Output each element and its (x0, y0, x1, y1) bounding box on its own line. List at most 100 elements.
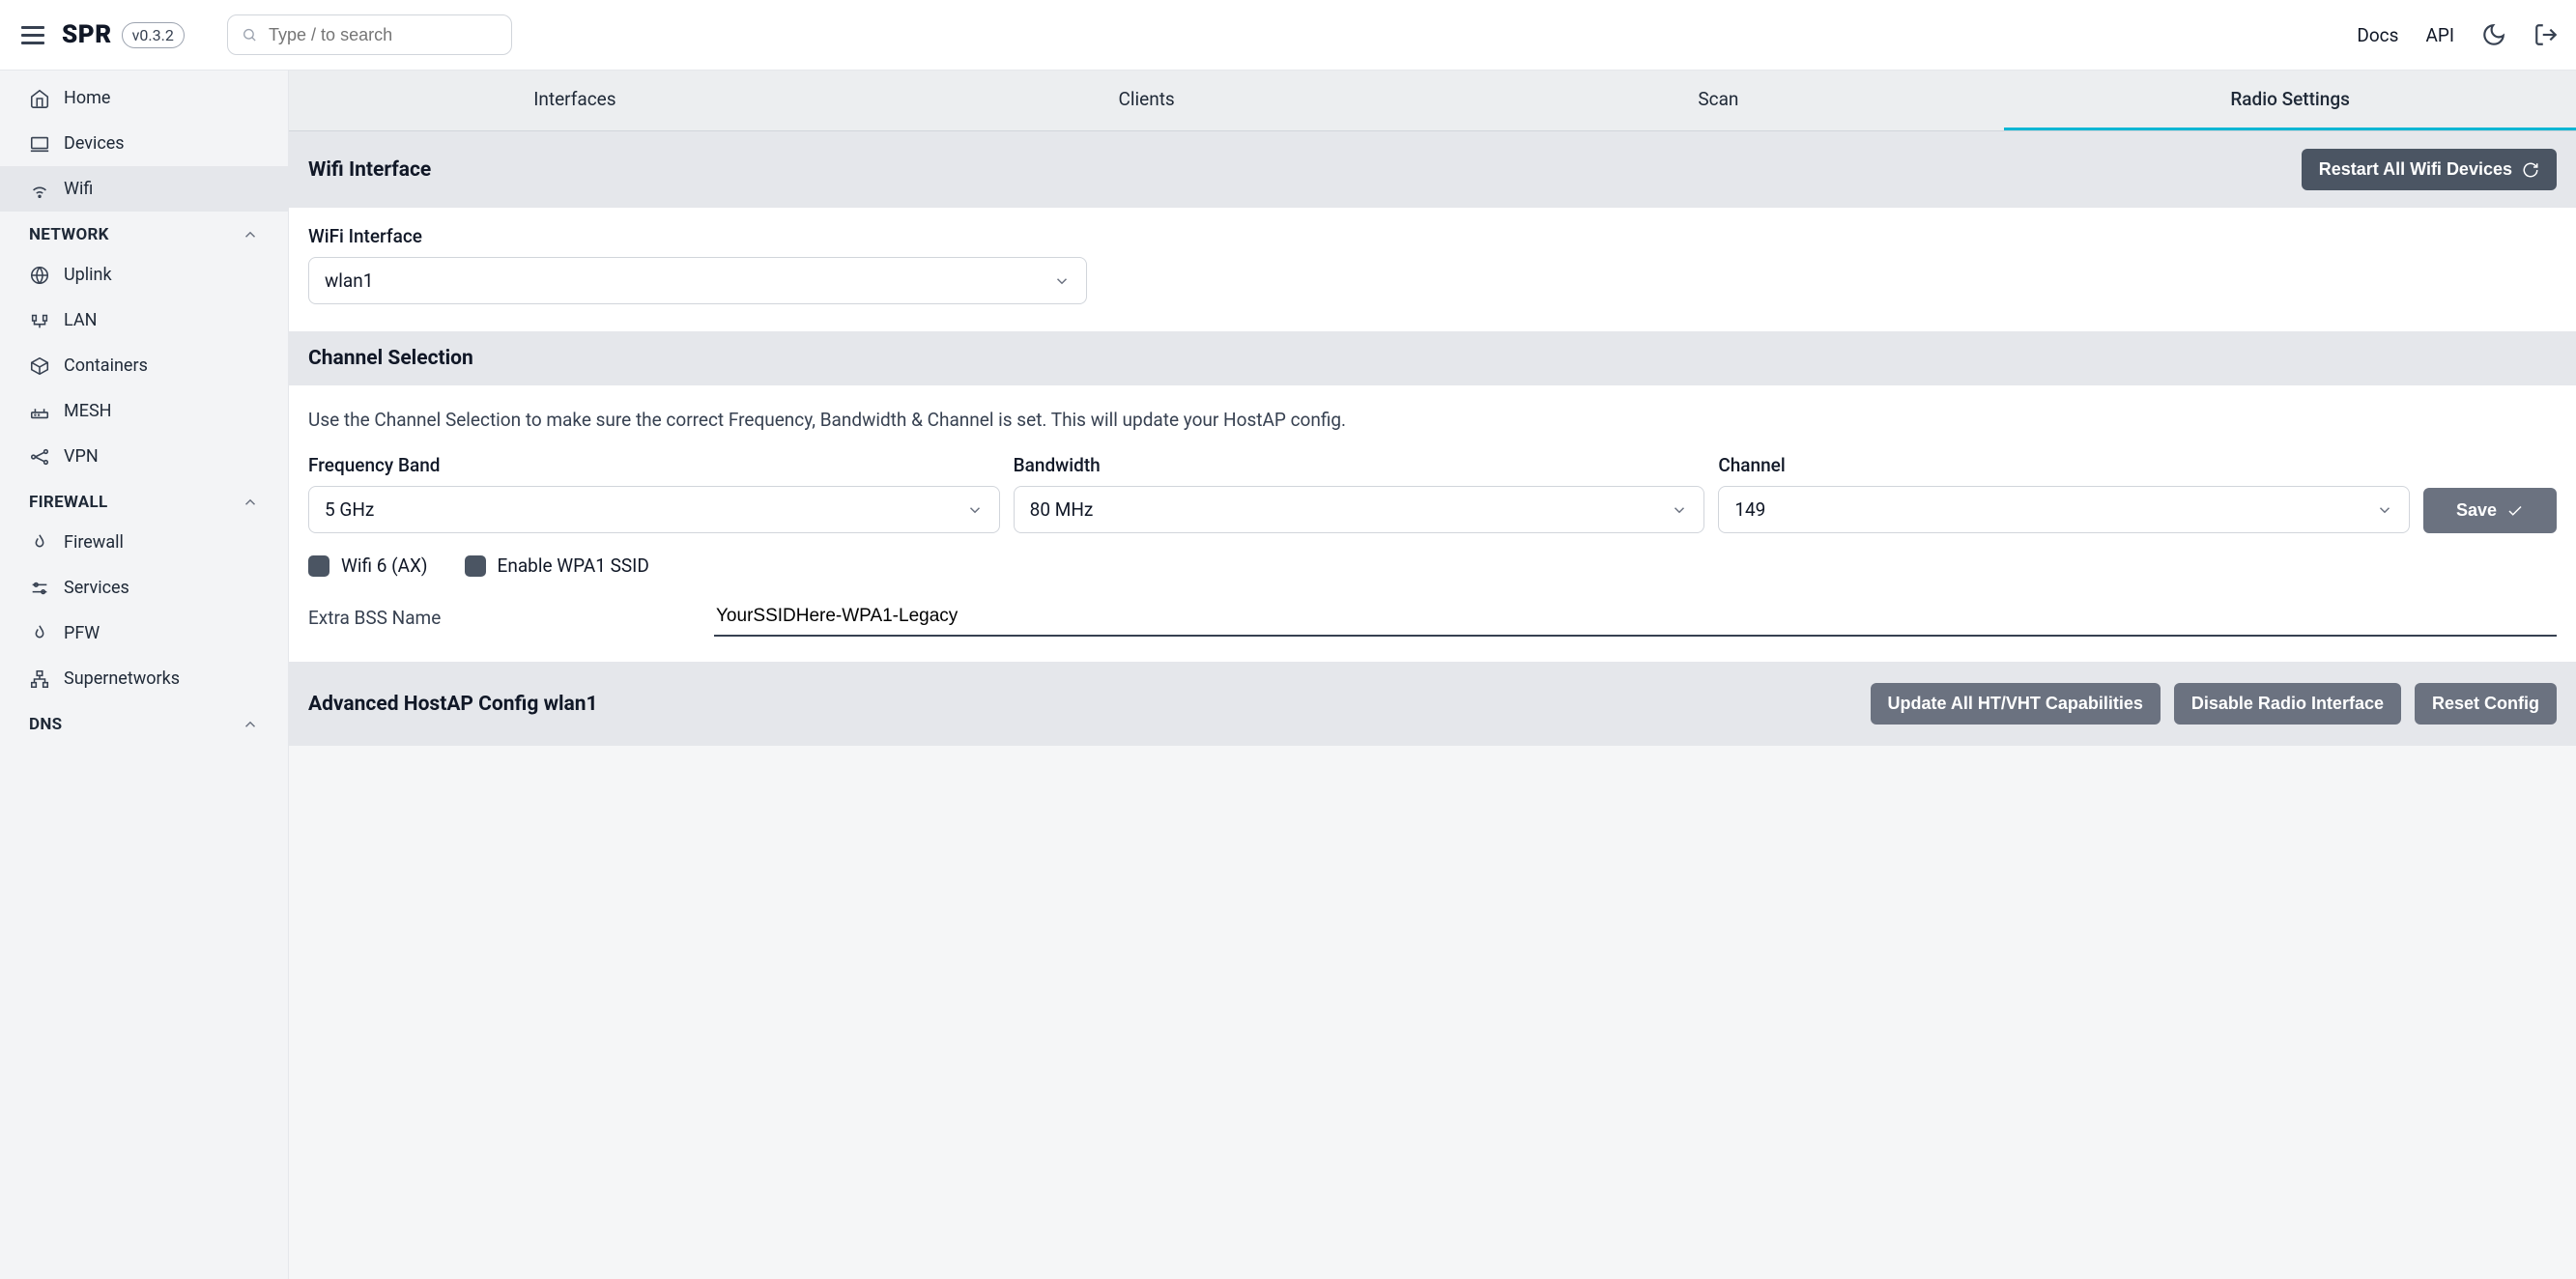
chevron-down-icon (966, 501, 984, 519)
update-capabilities-button[interactable]: Update All HT/VHT Capabilities (1871, 683, 2161, 725)
docs-link[interactable]: Docs (2357, 24, 2398, 46)
sidebar-item-services[interactable]: Services (0, 565, 288, 611)
sidebar-item-label: Devices (64, 133, 125, 154)
sidebar-section-dns[interactable]: DNS (0, 701, 288, 742)
channel-selection-title: Channel Selection (308, 347, 473, 370)
sidebar-item-vpn[interactable]: VPN (0, 434, 288, 479)
wifi-icon (29, 179, 50, 200)
sidebar-section-network[interactable]: NETWORK (0, 212, 288, 252)
sidebar-item-firewall[interactable]: Firewall (0, 520, 288, 565)
reset-config-button[interactable]: Reset Config (2415, 683, 2557, 725)
search-input[interactable] (267, 24, 498, 46)
home-icon (29, 88, 50, 109)
sidebar-item-mesh[interactable]: MESH (0, 388, 288, 434)
sidebar-item-label: PFW (64, 623, 100, 643)
sitemap-icon (29, 668, 50, 690)
sidebar-section-firewall[interactable]: FIREWALL (0, 479, 288, 520)
wifi-interface-card: WiFi Interface wlan1 (289, 208, 2576, 331)
topbar: SPR v0.3.2 Docs API (0, 0, 2576, 71)
tab-interfaces[interactable]: Interfaces (289, 71, 861, 130)
wifi-interface-label: WiFi Interface (308, 225, 2557, 247)
sidebar-item-label: Supernetworks (64, 668, 180, 689)
flame-icon (29, 623, 50, 644)
chevron-down-icon (1053, 272, 1071, 290)
wifi-interface-title: Wifi Interface (308, 158, 431, 182)
version-badge: v0.3.2 (122, 22, 185, 48)
sidebar-item-label: Containers (64, 355, 148, 376)
sidebar-item-lan[interactable]: LAN (0, 298, 288, 343)
tab-scan[interactable]: Scan (1433, 71, 2005, 130)
box-icon (29, 355, 50, 377)
sidebar-item-label: MESH (64, 401, 111, 421)
sidebar-item-label: Firewall (64, 532, 124, 553)
checkbox-row: Wifi 6 (AX) Enable WPA1 SSID (289, 554, 2576, 598)
sidebar-item-label: Home (64, 88, 110, 108)
topbar-right: Docs API (2357, 22, 2559, 47)
hamburger-menu-button[interactable] (17, 22, 48, 48)
save-button[interactable]: Save (2423, 488, 2557, 533)
frequency-band-label: Frequency Band (308, 454, 1000, 476)
wifi-interface-header: Wifi Interface Restart All Wifi Devices (289, 131, 2576, 208)
wpa1-checkbox[interactable]: Enable WPA1 SSID (465, 554, 649, 577)
router-icon (29, 401, 50, 422)
checkbox-box (465, 555, 486, 577)
sidebar-item-containers[interactable]: Containers (0, 343, 288, 388)
chevron-down-icon (1671, 501, 1688, 519)
sidebar: Home Devices Wifi NETWORK Uplink LAN Con… (0, 71, 289, 1279)
wifi-interface-select[interactable]: wlan1 (308, 257, 1087, 304)
channel-selection-header: Channel Selection (289, 331, 2576, 385)
extra-bss-label: Extra BSS Name (308, 607, 675, 629)
logout-button[interactable] (2533, 22, 2559, 47)
frequency-band-value: 5 GHz (325, 498, 374, 521)
wpa1-label: Enable WPA1 SSID (498, 554, 649, 577)
sidebar-item-label: Uplink (64, 265, 112, 285)
sidebar-item-label: Services (64, 578, 129, 598)
refresh-icon (2522, 161, 2539, 179)
flame-icon (29, 532, 50, 554)
bandwidth-select[interactable]: 80 MHz (1014, 486, 1705, 533)
sidebar-item-devices[interactable]: Devices (0, 121, 288, 166)
theme-toggle-button[interactable] (2481, 22, 2506, 47)
restart-wifi-label: Restart All Wifi Devices (2319, 159, 2512, 180)
sidebar-item-label: VPN (64, 446, 99, 467)
wifi6-label: Wifi 6 (AX) (341, 554, 428, 577)
check-icon (2506, 502, 2524, 520)
sidebar-item-home[interactable]: Home (0, 75, 288, 121)
chevron-up-icon (242, 226, 259, 243)
extra-bss-input[interactable] (714, 598, 2557, 637)
sidebar-item-uplink[interactable]: Uplink (0, 252, 288, 298)
advanced-buttons: Update All HT/VHT Capabilities Disable R… (1871, 683, 2557, 725)
moon-icon (2481, 22, 2506, 47)
sidebar-item-supernetworks[interactable]: Supernetworks (0, 656, 288, 701)
wifi6-checkbox[interactable]: Wifi 6 (AX) (308, 554, 428, 577)
sliders-icon (29, 578, 50, 599)
chevron-up-icon (242, 716, 259, 733)
main-content: Interfaces Clients Scan Radio Settings W… (289, 71, 2576, 1279)
tab-clients[interactable]: Clients (861, 71, 1433, 130)
advanced-hostap-title: Advanced HostAP Config wlan1 (308, 693, 598, 716)
channel-label: Channel (1718, 454, 2410, 476)
frequency-band-select[interactable]: 5 GHz (308, 486, 1000, 533)
bandwidth-label: Bandwidth (1014, 454, 1705, 476)
sidebar-section-label: NETWORK (29, 225, 109, 244)
api-link[interactable]: API (2425, 24, 2454, 46)
bandwidth-value: 80 MHz (1030, 498, 1094, 521)
sidebar-section-label: DNS (29, 715, 62, 734)
disable-radio-button[interactable]: Disable Radio Interface (2174, 683, 2401, 725)
extra-bss-row: Extra BSS Name (289, 598, 2576, 662)
search-icon (242, 26, 257, 43)
restart-wifi-button[interactable]: Restart All Wifi Devices (2302, 149, 2557, 190)
sidebar-item-wifi[interactable]: Wifi (0, 166, 288, 212)
brand-label: SPR (62, 20, 112, 49)
search-box[interactable] (227, 14, 512, 55)
channel-selection-row: Frequency Band 5 GHz Bandwidth 80 MHz (289, 454, 2576, 554)
channel-selection-hint: Use the Channel Selection to make sure t… (289, 385, 2576, 454)
network-icon (29, 446, 50, 468)
channel-select[interactable]: 149 (1718, 486, 2410, 533)
channel-value: 149 (1734, 498, 1765, 521)
lan-icon (29, 310, 50, 331)
sidebar-item-pfw[interactable]: PFW (0, 611, 288, 656)
chevron-down-icon (2376, 501, 2393, 519)
checkbox-box (308, 555, 329, 577)
tab-radio-settings[interactable]: Radio Settings (2004, 71, 2576, 130)
